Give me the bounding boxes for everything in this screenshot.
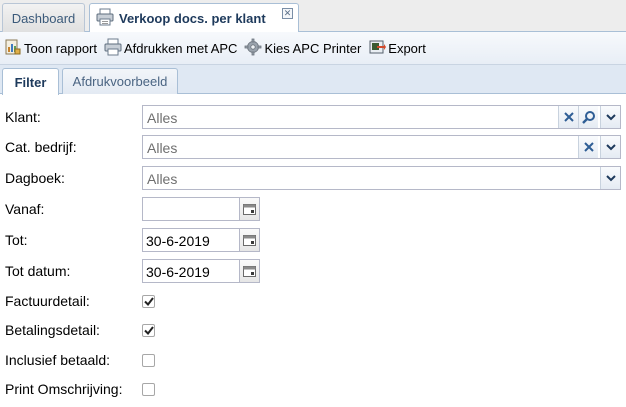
cat-bedrijf-value: Alles xyxy=(147,140,178,156)
tot-date-field[interactable]: 30-6-2019 xyxy=(142,228,260,252)
tab-filter[interactable]: Filter xyxy=(2,68,59,95)
choose-printer-button[interactable]: Kies APC Printer xyxy=(244,38,361,59)
dagboek-combobox[interactable]: Alles xyxy=(142,166,621,190)
filter-form: Klant: Alles Cat. bedrijf: Alles Dagboek… xyxy=(0,95,626,407)
tab-print-preview[interactable]: Afdrukvoorbeeld xyxy=(62,68,178,94)
tot-datum-label: Tot datum: xyxy=(5,263,71,279)
show-report-label: Toon rapport xyxy=(24,40,97,56)
report-icon xyxy=(4,38,24,59)
clear-icon[interactable] xyxy=(578,136,598,158)
report-toolbar: Toon rapport Afdrukken met APC Kies APC … xyxy=(0,32,626,65)
clear-icon[interactable] xyxy=(558,106,578,128)
tab-print-preview-label: Afdrukvoorbeeld xyxy=(72,74,168,89)
calendar-icon[interactable] xyxy=(239,229,259,251)
tab-dashboard-label: Dashboard xyxy=(11,10,76,26)
klant-label: Klant: xyxy=(5,109,41,125)
tab-report-label: Verkoop docs. per klant xyxy=(119,11,266,26)
cat-bedrijf-label: Cat. bedrijf: xyxy=(5,139,77,155)
tab-report[interactable]: Verkoop docs. per klant ✕ xyxy=(89,3,299,33)
show-report-button[interactable]: Toon rapport xyxy=(4,38,97,59)
filter-tabstrip: Filter Afdrukvoorbeeld xyxy=(0,65,626,95)
chevron-down-icon[interactable] xyxy=(600,136,620,158)
tot-datum-value: 30-6-2019 xyxy=(146,264,210,280)
export-label: Export xyxy=(388,40,426,56)
chevron-down-icon[interactable] xyxy=(600,167,620,189)
calendar-icon[interactable] xyxy=(239,260,259,282)
tot-value: 30-6-2019 xyxy=(146,233,210,249)
klant-combobox[interactable]: Alles xyxy=(142,105,621,129)
dagboek-label: Dagboek: xyxy=(5,170,65,186)
tab-dashboard[interactable]: Dashboard xyxy=(2,3,85,32)
print-omschrijving-checkbox[interactable] xyxy=(142,383,155,396)
chevron-down-icon[interactable] xyxy=(600,106,620,128)
cat-bedrijf-combobox[interactable]: Alles xyxy=(142,135,621,159)
tab-filter-label: Filter xyxy=(14,74,47,90)
inclusief-betaald-label: Inclusief betaald: xyxy=(5,352,111,368)
print-omschrijving-label: Print Omschrijving: xyxy=(5,381,123,397)
betalingsdetail-label: Betalingsdetail: xyxy=(5,322,100,338)
calendar-icon[interactable] xyxy=(239,198,259,220)
printer-icon xyxy=(96,8,114,29)
dagboek-value: Alles xyxy=(147,171,178,187)
choose-printer-label: Kies APC Printer xyxy=(264,40,362,56)
factuurdetail-label: Factuurdetail: xyxy=(5,293,90,309)
tot-label: Tot: xyxy=(5,232,28,248)
vanaf-date-field[interactable] xyxy=(142,197,260,221)
export-button[interactable]: Export xyxy=(368,38,426,59)
print-apc-button[interactable]: Afdrukken met APC xyxy=(104,38,237,59)
factuurdetail-checkbox[interactable] xyxy=(142,295,155,308)
print-apc-label: Afdrukken met APC xyxy=(124,40,238,56)
search-icon[interactable] xyxy=(578,106,598,128)
document-tabstrip: Dashboard Verkoop docs. per klant ✕ xyxy=(0,0,626,33)
gear-icon xyxy=(244,38,264,59)
betalingsdetail-checkbox[interactable] xyxy=(142,324,155,337)
export-icon xyxy=(368,38,388,59)
vanaf-label: Vanaf: xyxy=(5,201,45,217)
printer-icon xyxy=(104,38,124,59)
tot-datum-date-field[interactable]: 30-6-2019 xyxy=(142,259,260,283)
inclusief-betaald-checkbox[interactable] xyxy=(142,354,155,367)
klant-value: Alles xyxy=(147,110,178,126)
close-icon[interactable]: ✕ xyxy=(282,8,293,19)
